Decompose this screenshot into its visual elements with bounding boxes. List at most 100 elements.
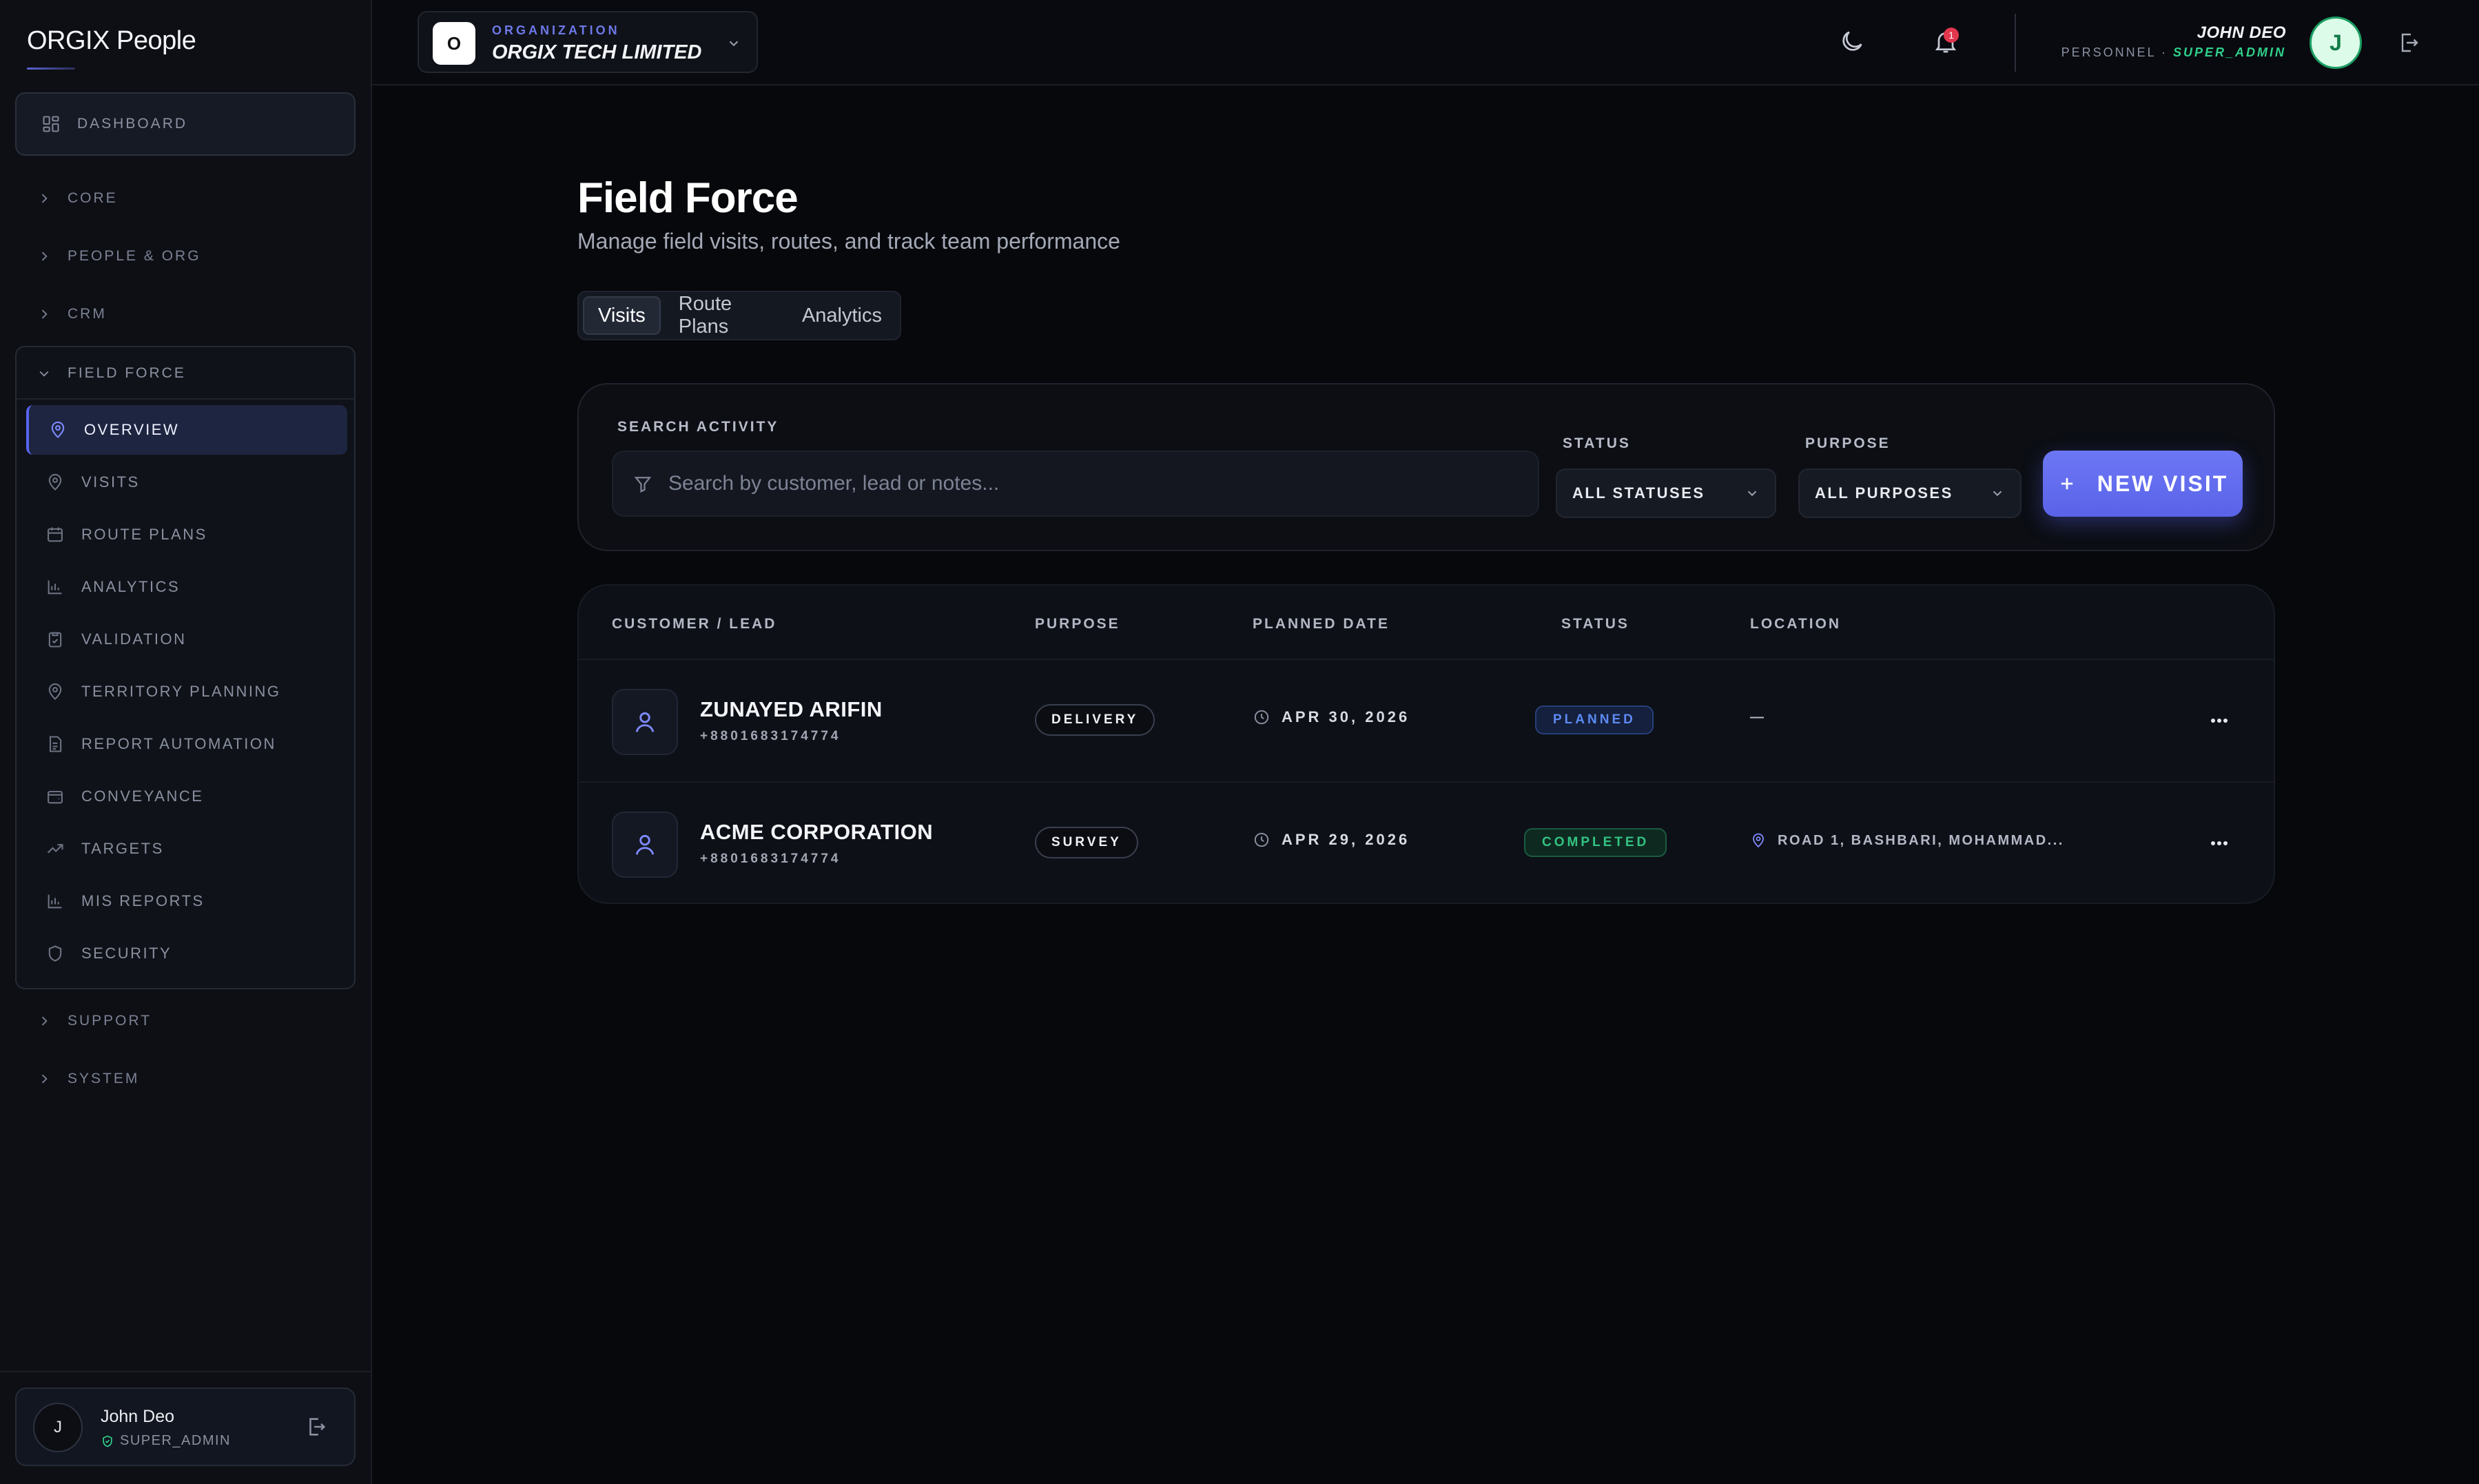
meta-separator: · bbox=[2161, 45, 2168, 59]
sidebar-group-core[interactable]: CORE bbox=[37, 185, 118, 212]
user-name: John Deo bbox=[101, 1407, 175, 1426]
trending-up-icon bbox=[45, 839, 65, 858]
table-row[interactable]: ACME CORPORATION +8801683174774 SURVEY A… bbox=[579, 783, 2274, 903]
new-visit-label: NEW VISIT bbox=[2097, 471, 2229, 496]
table-row[interactable]: ZUNAYED ARIFIN +8801683174774 DELIVERY A… bbox=[579, 660, 2274, 783]
filter-panel: SEARCH ACTIVITY STATUS ALL STATUSES PURP… bbox=[577, 383, 2275, 551]
sidebar-group-support[interactable]: SUPPORT bbox=[37, 1007, 152, 1035]
column-header-purpose: PURPOSE bbox=[1035, 616, 1120, 632]
sidebar-item-label: SECURITY bbox=[81, 945, 172, 962]
plus-icon bbox=[2057, 474, 2077, 493]
sidebar-item-label: DASHBOARD bbox=[77, 116, 188, 132]
search-label: SEARCH ACTIVITY bbox=[617, 419, 779, 435]
topbar-user-meta: PERSONNEL · SUPER_ADMIN bbox=[2061, 45, 2286, 60]
sidebar-item-overview[interactable]: OVERVIEW bbox=[26, 405, 347, 455]
chevron-right-icon bbox=[37, 249, 51, 263]
row-actions-button[interactable] bbox=[2209, 836, 2230, 850]
sidebar-group-label: FIELD FORCE bbox=[68, 365, 186, 381]
brand-logo: ORGIX People bbox=[27, 26, 196, 55]
sidebar-item-label: ANALYTICS bbox=[81, 578, 181, 595]
sidebar-group-people-org[interactable]: PEOPLE & ORG bbox=[37, 243, 201, 270]
status-select[interactable]: ALL STATUSES bbox=[1556, 468, 1776, 518]
chevron-down-icon bbox=[37, 367, 51, 380]
location-value: ROAD 1, BASHBARI, MOHAMMAD... bbox=[1778, 832, 2064, 848]
user-role-label: SUPER_ADMIN bbox=[120, 1433, 231, 1448]
sidebar-group-label: CRM bbox=[68, 306, 107, 322]
customer-avatar bbox=[612, 689, 678, 755]
page-title: Field Force bbox=[577, 174, 799, 222]
visits-table: CUSTOMER / LEAD PURPOSE PLANNED DATE STA… bbox=[577, 584, 2275, 904]
status-badge: COMPLETED bbox=[1524, 828, 1667, 857]
user-icon bbox=[632, 832, 658, 858]
customer-phone: +8801683174774 bbox=[700, 729, 841, 743]
chevron-down-icon bbox=[1745, 486, 1760, 501]
divider bbox=[2015, 14, 2016, 72]
sidebar-item-validation[interactable]: VALIDATION bbox=[26, 615, 347, 664]
new-visit-button[interactable]: NEW VISIT bbox=[2043, 451, 2243, 517]
org-name: ORGIX TECH LIMITED bbox=[492, 41, 702, 63]
planned-date-value: APR 29, 2026 bbox=[1282, 831, 1410, 848]
notification-badge: 1 bbox=[1944, 28, 1959, 43]
user-role: SUPER_ADMIN bbox=[2172, 45, 2286, 59]
purpose-badge: SURVEY bbox=[1035, 827, 1138, 858]
tab-analytics[interactable]: Analytics bbox=[788, 296, 896, 335]
sidebar-item-report-automation[interactable]: REPORT AUTOMATION bbox=[26, 719, 347, 769]
sidebar-item-targets[interactable]: TARGETS bbox=[26, 824, 347, 874]
logout-icon bbox=[305, 1415, 328, 1439]
topbar: O ORGANIZATION ORGIX TECH LIMITED 1 JOHN… bbox=[372, 0, 2479, 85]
bar-chart-icon bbox=[45, 577, 65, 597]
sidebar-item-territory-planning[interactable]: TERRITORY PLANNING bbox=[26, 667, 347, 717]
logout-button[interactable] bbox=[2396, 30, 2421, 55]
sidebar-group-field-force: FIELD FORCE OVERVIEW VISITS ROUTE PLANS … bbox=[15, 346, 356, 989]
sidebar-item-conveyance[interactable]: CONVEYANCE bbox=[26, 772, 347, 821]
sidebar-group-toggle-field-force[interactable]: FIELD FORCE bbox=[37, 360, 186, 387]
more-horizontal-icon bbox=[2209, 836, 2230, 850]
planned-date-value: APR 30, 2026 bbox=[1282, 708, 1410, 725]
sidebar-item-security[interactable]: SECURITY bbox=[26, 929, 347, 978]
customer-name: ZUNAYED ARIFIN bbox=[700, 697, 883, 721]
user-role: SUPER_ADMIN bbox=[101, 1433, 231, 1449]
sidebar-group-label: PEOPLE & ORG bbox=[68, 248, 201, 264]
chevron-right-icon bbox=[37, 192, 51, 205]
row-actions-button[interactable] bbox=[2209, 714, 2230, 728]
sidebar-item-visits[interactable]: VISITS bbox=[26, 457, 347, 507]
user-icon bbox=[632, 709, 658, 735]
sidebar-group-crm[interactable]: CRM bbox=[37, 300, 107, 328]
purpose-select[interactable]: ALL PURPOSES bbox=[1798, 468, 2022, 518]
org-logo: O bbox=[433, 22, 475, 65]
tab-visits[interactable]: Visits bbox=[583, 296, 661, 335]
logout-button[interactable] bbox=[305, 1415, 328, 1439]
tab-route-plans[interactable]: Route Plans bbox=[665, 293, 784, 338]
column-header-status: STATUS bbox=[1561, 616, 1629, 632]
sidebar-item-route-plans[interactable]: ROUTE PLANS bbox=[26, 510, 347, 559]
bar-chart-icon bbox=[45, 892, 65, 911]
column-header-planned-date: PLANNED DATE bbox=[1253, 616, 1390, 632]
theme-toggle-button[interactable] bbox=[1838, 28, 1866, 55]
sidebar-item-label: TERRITORY PLANNING bbox=[81, 683, 281, 700]
sidebar-item-dashboard[interactable]: DASHBOARD bbox=[15, 92, 356, 156]
shield-icon bbox=[45, 944, 65, 963]
avatar: J bbox=[33, 1403, 83, 1452]
map-pin-icon bbox=[1750, 832, 1767, 849]
search-field[interactable] bbox=[612, 451, 1539, 517]
grid-icon bbox=[41, 114, 61, 134]
sidebar: ORGIX People DASHBOARD CORE PEOPLE & ORG… bbox=[0, 0, 372, 1484]
map-pin-icon bbox=[45, 473, 65, 492]
sidebar-item-label: TARGETS bbox=[81, 840, 164, 857]
page-subtitle: Manage field visits, routes, and track t… bbox=[577, 229, 1120, 254]
user-avatar[interactable]: J bbox=[2310, 17, 2362, 69]
moon-icon bbox=[1838, 28, 1866, 55]
customer-avatar bbox=[612, 812, 678, 878]
organization-switcher[interactable]: O ORGANIZATION ORGIX TECH LIMITED bbox=[418, 11, 758, 73]
divider bbox=[17, 398, 354, 400]
clipboard-check-icon bbox=[45, 630, 65, 649]
search-input[interactable] bbox=[668, 472, 1538, 495]
sidebar-item-label: VISITS bbox=[81, 473, 140, 491]
sidebar-group-system[interactable]: SYSTEM bbox=[37, 1065, 139, 1093]
sidebar-item-analytics[interactable]: ANALYTICS bbox=[26, 562, 347, 612]
map-pin-icon bbox=[45, 682, 65, 701]
sidebar-item-mis-reports[interactable]: MIS REPORTS bbox=[26, 876, 347, 926]
status-select-value: ALL STATUSES bbox=[1572, 484, 1705, 502]
sidebar-item-label: CONVEYANCE bbox=[81, 787, 204, 805]
purpose-select-value: ALL PURPOSES bbox=[1815, 484, 1953, 502]
